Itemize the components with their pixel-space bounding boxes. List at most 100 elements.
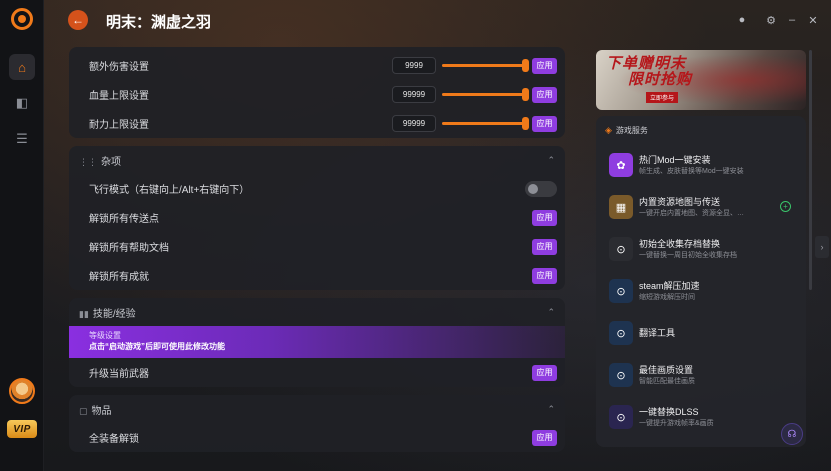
banner-headline: 下单赠明末 限时抢购 (606, 56, 692, 88)
skills-title: 技能/经验 (92, 308, 136, 320)
apply-button[interactable]: 应用 (532, 115, 557, 132)
promo-banner[interactable]: 下单赠明末 限时抢购 立即参与 (596, 50, 806, 110)
notice-text: 点击“启动游戏”后即可使用此修改功能 (89, 342, 225, 351)
goods-header[interactable]: ▢ 物品 ⌃ (69, 395, 565, 423)
misc-item-label: 解锁所有成就 (89, 272, 149, 283)
bar-chart-icon: ▮▮ (79, 308, 89, 319)
chevron-up-icon[interactable]: ⌃ (547, 155, 555, 166)
map-icon: ▦ (609, 195, 633, 219)
apply-button[interactable]: 应用 (532, 209, 557, 226)
services-title: 游戏服务 (615, 125, 648, 135)
service-title: steam解压加速 (639, 280, 700, 291)
banner-sub: 立即参与 (646, 92, 679, 103)
attribute-label: 额外伤害设置 (89, 62, 149, 73)
page-title: 明末：渊虚之羽 (106, 14, 212, 31)
service-text: 翻译工具 (639, 327, 675, 339)
misc-card: ⋮⋮ 杂项 ⌃ 飞行模式（右键向上/Alt+右键向下） 解锁所有传送点 应用 解锁所有帮… (69, 146, 565, 290)
service-title: 最佳画质设置 (639, 364, 694, 375)
goods-title: 物品 (91, 405, 112, 417)
service-text: steam解压加速 缩短游戏解压时间 (639, 280, 779, 303)
misc-item-row: 解锁所有成就 应用 (69, 261, 565, 290)
add-circle-icon[interactable]: + (780, 201, 791, 212)
service-text: 最佳画质设置 智能匹配最佳画质 (639, 364, 779, 387)
service-desc: 一键开启内置地图、资源全显、… (639, 209, 744, 217)
home-nav-icon[interactable]: ⌂ (9, 54, 35, 80)
vip-badge[interactable]: VIP (7, 420, 37, 438)
scrollbar[interactable] (809, 50, 812, 290)
misc-item-label: 解锁所有传送点 (89, 214, 159, 225)
steam-icon: ⊙ (609, 279, 633, 303)
service-desc: 一键替换一周目初始全收集存档 (639, 251, 737, 259)
apply-button[interactable]: 应用 (532, 429, 557, 446)
service-desc: 智能匹配最佳画质 (639, 377, 695, 385)
services-header: ◈ 游戏服务 (596, 116, 806, 144)
apply-button[interactable]: 应用 (532, 86, 557, 103)
attribute-value-input[interactable] (392, 57, 436, 74)
attribute-controls: 应用 (392, 57, 557, 74)
service-desc: 帧生成、皮肤替换等Mod一键安装 (639, 167, 744, 175)
top-bar: ← 明末：渊虚之羽 ● ⚙ – ✕ (44, 0, 831, 42)
misc-item-label: 解锁所有帮助文档 (89, 243, 169, 254)
service-text: 热门Mod一键安装帧生成、皮肤替换等Mod一键安装 (639, 154, 779, 177)
service-item[interactable]: ✿ 热门Mod一键安装帧生成、皮肤替换等Mod一键安装 (596, 144, 806, 186)
attribute-slider[interactable] (442, 59, 529, 72)
back-button[interactable]: ← (68, 10, 88, 30)
quality-icon: ⊙ (609, 363, 633, 387)
support-headset-icon[interactable]: ☊ (781, 423, 803, 445)
attribute-value-input[interactable] (392, 115, 436, 132)
misc-item-row: 飞行模式（右键向上/Alt+右键向下） (69, 174, 565, 203)
service-item[interactable]: ⊙ 一键替换DLSS 一键提升游戏帧率&画质 (596, 396, 806, 438)
attribute-slider[interactable] (442, 88, 529, 101)
library-nav-icon[interactable]: ☰ (9, 126, 35, 152)
service-item[interactable]: ▦ 内置资源地图与传送 一键开启内置地图、资源全显、… + (596, 186, 806, 228)
service-title: 翻译工具 (639, 328, 676, 338)
slider-handle[interactable] (522, 59, 529, 72)
attribute-slider[interactable] (442, 117, 529, 130)
attribute-row: 额外伤害设置 应用 (69, 51, 565, 80)
skills-card: ▮▮ 技能/经验 ⌃ 等级设置 点击“启动游戏”后即可使用此修改功能 升级当前武器… (69, 298, 565, 387)
chevron-right-icon[interactable]: › (815, 236, 829, 258)
apply-button[interactable]: 应用 (532, 238, 557, 255)
gamepad-nav-icon[interactable]: ◧ (9, 90, 35, 116)
service-desc: 缩短游戏解压时间 (639, 293, 695, 301)
notice-title: 等级设置 (89, 331, 121, 340)
close-icon[interactable]: ✕ (806, 13, 820, 27)
app-logo-icon (11, 8, 33, 30)
level-setting-notice: 等级设置 点击“启动游戏”后即可使用此修改功能 (69, 326, 565, 358)
game-services-panel: ◈ 游戏服务 ✿ 热门Mod一键安装 帧生成、皮肤替换等Mod一键安装 ▦ 内置资源地图… (596, 116, 806, 447)
service-title: 热门Mod一键安装 (639, 154, 711, 165)
slider-handle[interactable] (522, 117, 529, 130)
left-rail: ⌂ ◧ ☰ VIP (0, 0, 44, 471)
avatar[interactable] (9, 378, 35, 404)
attribute-controls: 应用 (392, 115, 557, 132)
chevron-up-icon[interactable]: ⌃ (547, 307, 555, 318)
service-text: 初始全收集存档替换 一键替换一周目初始全收集存档 (639, 238, 779, 261)
slider-fill (442, 93, 526, 96)
attribute-value-input[interactable] (392, 86, 436, 103)
record-icon[interactable]: ● (735, 13, 749, 27)
apply-button[interactable]: 应用 (532, 267, 557, 284)
slider-handle[interactable] (522, 88, 529, 101)
service-item[interactable]: ⊙ steam解压加速 缩短游戏解压时间 (596, 270, 806, 312)
service-item[interactable]: ⊙ 翻译工具 (596, 312, 806, 354)
chevron-up-icon[interactable]: ⌃ (547, 404, 555, 415)
service-item[interactable]: ⊙ 初始全收集存档替换 一键替换一周目初始全收集存档 (596, 228, 806, 270)
slider-fill (442, 64, 526, 67)
apply-button[interactable]: 应用 (532, 364, 557, 381)
skills-header[interactable]: ▮▮ 技能/经验 ⌃ (69, 298, 565, 326)
misc-header[interactable]: ⋮⋮ 杂项 ⌃ (69, 146, 565, 174)
misc-title: 杂项 (101, 156, 121, 168)
flight-mode-toggle[interactable] (525, 180, 557, 197)
settings-icon[interactable]: ⚙ (764, 13, 778, 27)
minimize-icon[interactable]: – (785, 13, 799, 27)
slider-fill (442, 122, 526, 125)
skills-item-row: 升级当前武器 应用 (69, 358, 565, 387)
attribute-row: 耐力上限设置 应用 (69, 109, 565, 138)
service-item[interactable]: ⊙ 最佳画质设置 智能匹配最佳画质 (596, 354, 806, 396)
attributes-card: 额外伤害设置应用血量上限设置应用耐力上限设置应用 (69, 47, 565, 138)
services-icon: ◈ (605, 124, 612, 135)
apply-button[interactable]: 应用 (532, 57, 557, 74)
attribute-label: 血量上限设置 (89, 91, 149, 102)
mod-icon: ✿ (609, 153, 633, 177)
misc-item-row: 解锁所有帮助文档 应用 (69, 232, 565, 261)
